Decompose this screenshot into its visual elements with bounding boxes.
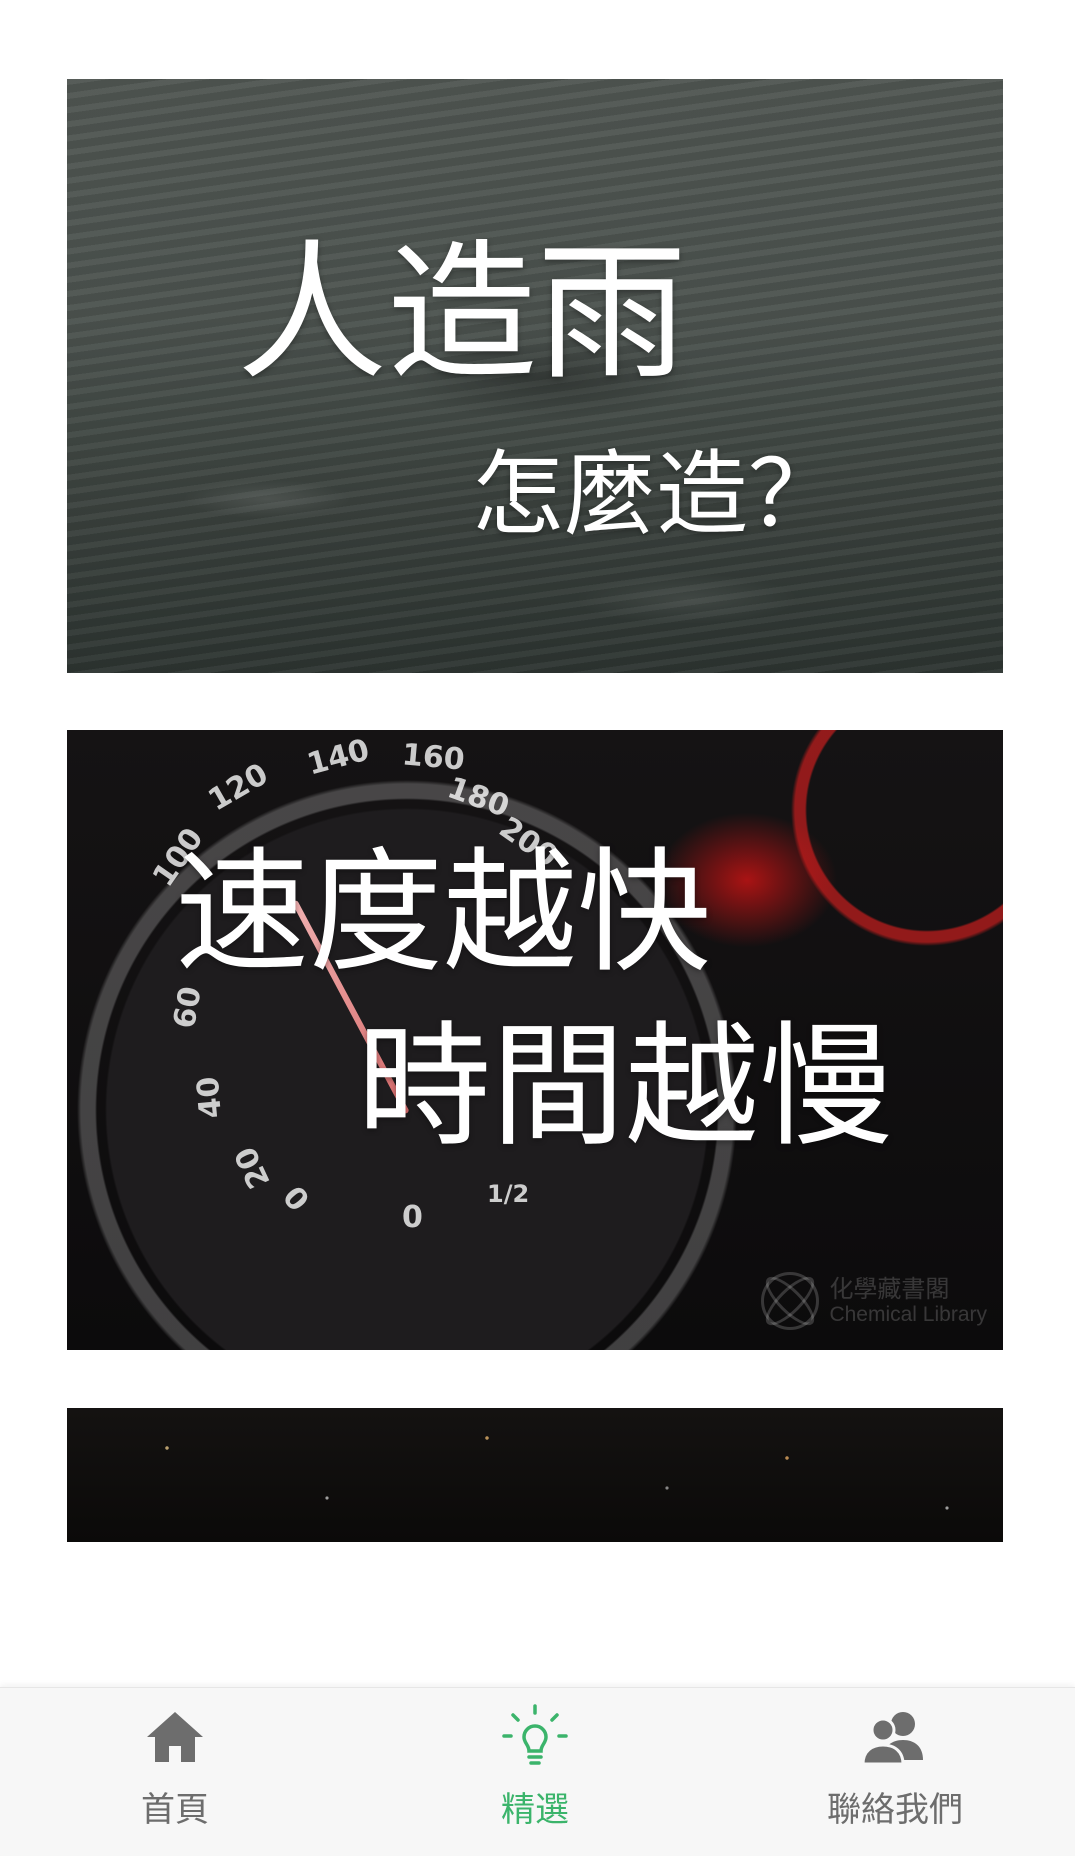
tab-label: 首頁 — [141, 1790, 209, 1830]
card-title-line2: 時間越慢 — [357, 1009, 894, 1165]
tab-contact-us[interactable]: 聯絡我們 — [765, 1688, 1025, 1856]
article-card-artificial-rain[interactable]: 人造雨 怎麼造？ — [67, 79, 1003, 673]
watermark: 化學藏書閣 Chemical Library — [761, 1272, 987, 1330]
card-title-line1: 速度越快 — [175, 835, 712, 991]
lightbulb-icon — [500, 1702, 570, 1772]
tab-home[interactable]: 首頁 — [45, 1688, 305, 1856]
atom-logo-icon — [761, 1272, 820, 1330]
article-card-space[interactable] — [67, 1408, 1003, 1542]
contacts-icon — [860, 1702, 930, 1772]
gauge-number: 0 — [402, 1200, 423, 1235]
gauge-number: 1/2 — [487, 1180, 530, 1208]
home-icon — [140, 1702, 210, 1772]
tab-label: 精選 — [501, 1790, 569, 1830]
space-image — [67, 1408, 1003, 1542]
card-title-line2: 怎麼造？ — [472, 441, 841, 548]
watermark-english: Chemical Library — [829, 1302, 987, 1326]
gauge-number: 40 — [190, 1075, 230, 1120]
watermark-chinese: 化學藏書閣 — [829, 1275, 950, 1304]
tab-featured[interactable]: 精選 — [405, 1688, 665, 1856]
tab-label: 聯絡我們 — [827, 1790, 963, 1830]
card-title-line1: 人造雨 — [237, 227, 688, 401]
article-card-speed-time[interactable]: 120 140 160 180 200 100 60 40 20 0 0 1/2… — [67, 730, 1003, 1350]
bottom-tab-bar: 首頁 精選 聯絡我們 — [0, 1687, 1075, 1856]
